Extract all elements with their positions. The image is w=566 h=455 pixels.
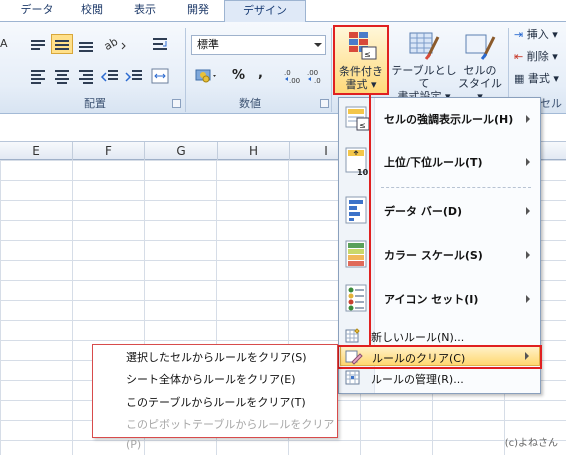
chevron-right-icon <box>526 251 530 259</box>
cell-styles-label-line1: セルの <box>463 64 497 77</box>
manage-rules-icon <box>345 370 360 385</box>
copyright-credit: (c)よねさん <box>504 438 558 449</box>
cell-styles-icon <box>465 34 496 60</box>
format-as-table-button[interactable]: テーブルとして 書式設定 ▾ <box>390 26 458 103</box>
svg-text:10: 10 <box>357 168 369 177</box>
chevron-right-icon <box>526 207 530 215</box>
decrease-decimal-icon[interactable]: .00.0 <box>306 66 328 86</box>
insert-button[interactable]: ⇥ 挿入 ▾ <box>514 26 558 44</box>
delete-icon: ⇤ <box>514 50 524 63</box>
insert-icon: ⇥ <box>514 28 524 41</box>
chevron-down-icon <box>314 43 322 47</box>
number-group-label: 数値 <box>239 97 261 110</box>
submenu-item-clear-this-table[interactable]: このテーブルからルールをクリア(T) <box>126 393 306 413</box>
align-center-icon[interactable] <box>52 67 72 85</box>
column-header[interactable]: G <box>145 142 218 160</box>
comma-style-button[interactable]: , <box>258 66 263 81</box>
chevron-right-icon <box>526 115 530 123</box>
top-bottom-rules-icon: 10 <box>345 147 369 177</box>
clear-rules-submenu: 選択したセルからルールをクリア(S) シート全体からルールをクリア(E) このテ… <box>92 344 338 451</box>
alignment-dialog-launcher[interactable] <box>172 99 181 108</box>
wrap-text-icon[interactable] <box>150 34 172 54</box>
menu-item-label: データ バー(D) <box>384 205 463 218</box>
orientation-icon[interactable]: ab <box>102 34 128 54</box>
group-separator <box>331 28 332 112</box>
submenu-item-clear-this-pivottable: このピボットテーブルからルールをクリア(P) <box>126 418 335 451</box>
number-format-select[interactable]: 標準 <box>191 35 326 55</box>
column-header[interactable]: E <box>0 142 73 160</box>
format-as-table-label-line1: テーブルとして <box>391 64 457 90</box>
svg-text:.0: .0 <box>284 69 291 77</box>
svg-text:≤: ≤ <box>359 121 366 130</box>
ribbon-tab-bar: データ 校閲 表示 開発 デザイン <box>0 0 566 23</box>
cells-group-label: セル <box>540 97 562 110</box>
tab-developer[interactable]: 開発 <box>181 0 215 22</box>
annotation-highlight-box <box>333 25 389 95</box>
menu-item-label: 新しいルール(N)... <box>371 331 465 344</box>
annotation-connector-line <box>369 95 371 345</box>
alignment-group-label: 配置 <box>84 97 106 110</box>
align-bottom-icon[interactable] <box>76 36 96 54</box>
align-top-icon[interactable] <box>28 36 48 54</box>
format-as-table-icon <box>409 32 440 60</box>
tab-design[interactable]: デザイン <box>224 0 306 23</box>
increase-decimal-icon[interactable]: .0.00 <box>283 66 305 86</box>
group-separator <box>185 28 186 112</box>
data-bars-icon <box>345 196 367 224</box>
menu-item-label: アイコン セット(I) <box>384 293 479 306</box>
align-right-icon[interactable] <box>76 67 96 85</box>
format-icon: ▦ <box>514 72 525 85</box>
svg-text:.00: .00 <box>307 69 318 77</box>
align-middle-icon[interactable] <box>51 34 73 54</box>
annotation-highlight-box <box>337 345 542 369</box>
tab-review[interactable]: 校閲 <box>75 0 109 22</box>
menu-item-label: セルの強調表示ルール(H) <box>384 113 514 126</box>
tab-view[interactable]: 表示 <box>128 0 162 22</box>
tab-data[interactable]: データ <box>18 0 56 22</box>
svg-text:ab: ab <box>102 35 120 53</box>
svg-text:.0: .0 <box>314 77 321 85</box>
column-header[interactable]: F <box>73 142 145 160</box>
svg-text:.00: .00 <box>289 77 300 85</box>
merge-center-icon[interactable] <box>150 66 172 86</box>
submenu-item-clear-entire-sheet[interactable]: シート全体からルールをクリア(E) <box>126 370 296 390</box>
menu-item-label: カラー スケール(S) <box>384 249 483 262</box>
icon-sets-icon <box>345 284 367 312</box>
chevron-right-icon <box>526 295 530 303</box>
column-header[interactable]: H <box>218 142 290 160</box>
cell-styles-button[interactable]: セルの スタイル ▾ <box>456 26 504 103</box>
delete-button[interactable]: ⇤ 削除 ▾ <box>514 48 558 66</box>
decrease-indent-icon[interactable] <box>100 67 120 85</box>
svg-text:A: A <box>0 37 8 50</box>
partial-font-icon[interactable]: A <box>0 34 10 52</box>
highlight-cells-rules-icon: ≤ <box>345 106 370 131</box>
number-format-value: 標準 <box>197 38 219 51</box>
new-rule-icon <box>345 328 360 343</box>
menu-item-label: 上位/下位ルール(T) <box>384 156 483 169</box>
menu-separator <box>381 187 531 188</box>
align-left-icon[interactable] <box>28 67 48 85</box>
percent-style-button[interactable]: % <box>232 68 245 83</box>
increase-indent-icon[interactable] <box>124 67 144 85</box>
color-scales-icon <box>345 240 367 268</box>
currency-format-icon[interactable] <box>194 66 220 86</box>
chevron-right-icon <box>526 158 530 166</box>
menu-item-label: ルールの管理(R)... <box>371 373 464 386</box>
format-button[interactable]: ▦ 書式 ▾ <box>514 70 559 88</box>
submenu-item-clear-selected-cells[interactable]: 選択したセルからルールをクリア(S) <box>126 348 307 368</box>
number-dialog-launcher[interactable] <box>320 99 329 108</box>
menu-item-manage-rules[interactable]: ルールの管理(R)... <box>340 368 540 388</box>
